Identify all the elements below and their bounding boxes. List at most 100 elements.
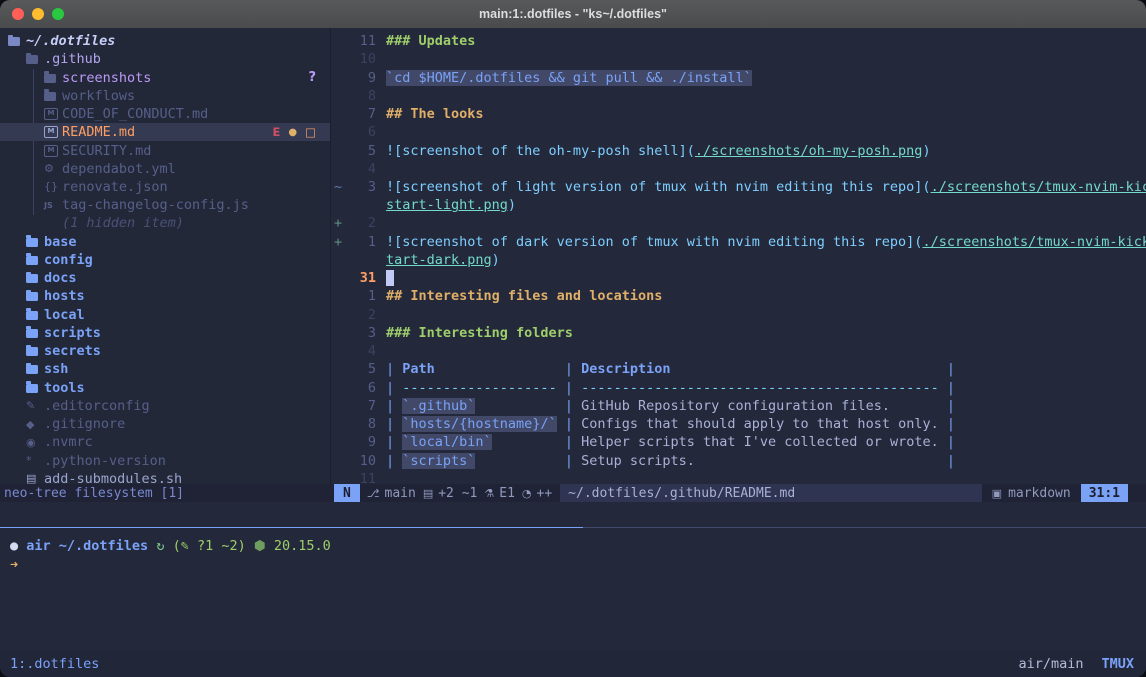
- shell-pane[interactable]: ● air ~/.dotfiles ↻ (✎ ?1 ~2) ⬢ 20.15.0 …: [0, 529, 1146, 651]
- line-number: 8: [350, 88, 376, 104]
- inline-code: `cd $HOME/.dotfiles && git pull && ./ins…: [386, 70, 752, 86]
- line-number: 5: [350, 143, 376, 159]
- editor-text: |: [939, 380, 955, 396]
- tree-item-renovate.json[interactable]: {}renovate.json: [0, 178, 330, 196]
- tree-item-workflows[interactable]: workflows: [0, 87, 330, 105]
- line-number: 9: [350, 70, 376, 86]
- folder-icon: [26, 328, 44, 338]
- editor-line[interactable]: 6| ------------------- | ---------------…: [331, 378, 1146, 396]
- inline-code: `.github`: [402, 398, 475, 414]
- circle-icon: ◉: [26, 436, 44, 449]
- editor-text: [435, 361, 557, 377]
- tree-item-.editorconfig[interactable]: ✎.editorconfig: [0, 397, 330, 415]
- editor-line[interactable]: +2: [331, 214, 1146, 232]
- tree-item-readme.md[interactable]: MREADME.mdE●□: [0, 123, 330, 141]
- tmux-window-tab[interactable]: 1:.dotfiles: [10, 656, 99, 672]
- editor-line[interactable]: 7## The looks: [331, 105, 1146, 123]
- line-number: 1: [350, 288, 376, 304]
- inline-code: `local/bin`: [402, 434, 491, 450]
- markdown-link[interactable]: start-light.png: [386, 197, 508, 213]
- markdown-icon: M: [44, 126, 62, 138]
- editor-line[interactable]: 8: [331, 87, 1146, 105]
- editor-line[interactable]: 2: [331, 306, 1146, 324]
- editor-line[interactable]: 4: [331, 160, 1146, 178]
- tree-item-ssh[interactable]: ssh: [0, 360, 330, 378]
- editor-text: ### Interesting folders: [386, 325, 573, 341]
- tree-item-scripts[interactable]: scripts: [0, 324, 330, 342]
- editor-text: [475, 398, 556, 414]
- tree-item-security.md[interactable]: MSECURITY.md: [0, 141, 330, 159]
- editor-line[interactable]: 11: [331, 470, 1146, 484]
- tree-item-.nvmrc[interactable]: ◉.nvmrc: [0, 433, 330, 451]
- editor-line[interactable]: 10: [331, 50, 1146, 68]
- tree-item-.gitignore[interactable]: ◆.gitignore: [0, 415, 330, 433]
- tree-item-secrets[interactable]: secrets: [0, 342, 330, 360]
- pencil-edit-icon: ✎: [181, 538, 189, 554]
- node-icon: ⬢: [254, 538, 266, 554]
- tree-item-label: hosts: [44, 288, 85, 304]
- editor-text: ----------------------------------------…: [581, 380, 939, 396]
- editor-text: |: [557, 416, 581, 432]
- editor-line[interactable]: 3 ### Interesting folders: [331, 324, 1146, 342]
- editor-line[interactable]: 4: [331, 342, 1146, 360]
- tree-item-label: .editorconfig: [44, 398, 150, 414]
- editor-line[interactable]: ~3![screenshot of light version of tmux …: [331, 178, 1146, 196]
- tree-item--1-hidden-item-[interactable]: (1 hidden item): [0, 214, 330, 232]
- line-number: 6: [350, 380, 376, 396]
- braces-icon: {}: [44, 180, 62, 193]
- tree-item-local[interactable]: local: [0, 306, 330, 324]
- diagnostic-count: E1: [499, 486, 515, 501]
- tree-item-docs[interactable]: docs: [0, 269, 330, 287]
- tree-item-screenshots[interactable]: screenshots?: [0, 68, 330, 86]
- editor-line[interactable]: 31: [331, 269, 1146, 287]
- editor-line[interactable]: +1![screenshot of dark version of tmux w…: [331, 233, 1146, 251]
- line-number: 3: [350, 325, 376, 341]
- tree-item-label: local: [44, 307, 85, 323]
- tree-item-config[interactable]: config: [0, 251, 330, 269]
- markdown-link[interactable]: ./screenshots/tmux-nvim-kicks: [922, 234, 1146, 250]
- diamond-icon: ◆: [26, 418, 44, 431]
- editor-line[interactable]: 11### Updates: [331, 32, 1146, 50]
- tree-item-label: (1 hidden item): [62, 215, 184, 231]
- tree-item-tag-changelog-config.js[interactable]: JStag-changelog-config.js: [0, 196, 330, 214]
- editor-text: [695, 453, 939, 469]
- editor-line[interactable]: 1 ## Interesting files and locations: [331, 287, 1146, 305]
- editor-line[interactable]: 7| `.github` | GitHub Repository configu…: [331, 397, 1146, 415]
- markdown-link[interactable]: tart-dark.png: [386, 252, 492, 268]
- editor-line[interactable]: 5![screenshot of the oh-my-posh shell](.…: [331, 141, 1146, 159]
- editor-text: Helper scripts that I've collected or wr…: [581, 434, 939, 450]
- tree-item-.github[interactable]: .github: [0, 50, 330, 68]
- editor-line[interactable]: tart-dark.png): [331, 251, 1146, 269]
- editor-line[interactable]: start-light.png): [331, 196, 1146, 214]
- tree-item-label: SECURITY.md: [62, 143, 151, 159]
- prompt-text: (: [164, 538, 180, 554]
- editor-text: ![screenshot of light version of tmux wi…: [386, 179, 931, 195]
- editor-line[interactable]: 9| `local/bin` | Helper scripts that I'v…: [331, 433, 1146, 451]
- editor-pane[interactable]: 11### Updates10 9 `cd $HOME/.dotfiles && g…: [330, 28, 1146, 484]
- markdown-link[interactable]: ./screenshots/tmux-nvim-kick: [931, 179, 1146, 195]
- editor-line[interactable]: 9 `cd $HOME/.dotfiles && git pull && ./in…: [331, 68, 1146, 86]
- editor-text: [890, 398, 939, 414]
- line-number: 11: [350, 33, 376, 49]
- asterisk-icon: *: [26, 454, 44, 467]
- tree-item-add-submodules.sh[interactable]: ▤add-submodules.sh: [0, 470, 330, 484]
- tree-item-dependabot.yml[interactable]: ⚙dependabot.yml: [0, 160, 330, 178]
- open-folder-icon: [26, 54, 44, 64]
- editor-line[interactable]: 8| `hosts/{hostname}/` | Configs that sh…: [331, 415, 1146, 433]
- tree-item-hosts[interactable]: hosts: [0, 287, 330, 305]
- tree-item--.dotfiles[interactable]: ~/.dotfiles: [0, 32, 330, 50]
- editor-text: ## Interesting files and locations: [386, 288, 662, 304]
- tree-item-tools[interactable]: tools: [0, 378, 330, 396]
- editor-line[interactable]: 10| `scripts` | Setup scripts. |: [331, 451, 1146, 469]
- editor-line[interactable]: 5| Path | Description |: [331, 360, 1146, 378]
- tree-item-code-of-conduct.md[interactable]: MCODE_OF_CONDUCT.md: [0, 105, 330, 123]
- tree-item-base[interactable]: base: [0, 233, 330, 251]
- tree-item-.python-version[interactable]: *.python-version: [0, 451, 330, 469]
- editor-text: [492, 434, 557, 450]
- line-number: 10: [350, 51, 376, 67]
- line-number: 2: [350, 215, 376, 231]
- editor-line[interactable]: 6: [331, 123, 1146, 141]
- markdown-link[interactable]: ./screenshots/oh-my-posh.png: [695, 143, 923, 159]
- inline-code: `scripts`: [402, 453, 475, 469]
- prompt-text: 20.15.0: [266, 538, 331, 554]
